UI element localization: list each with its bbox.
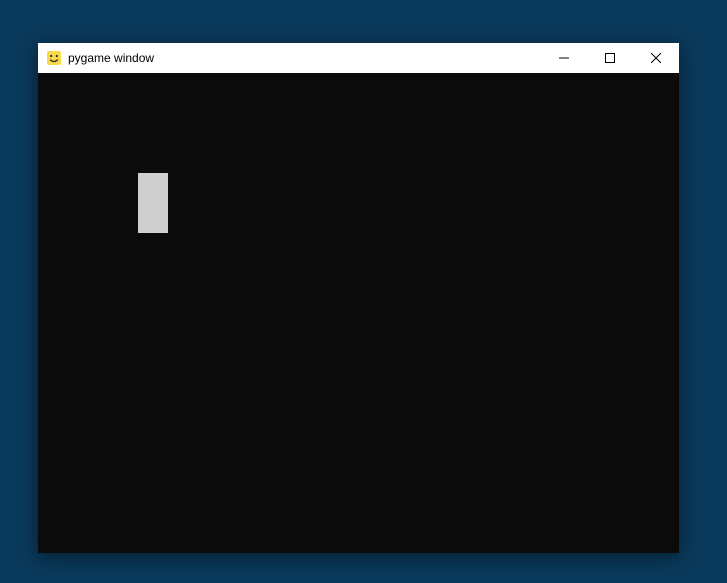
app-window: pygame window (38, 43, 679, 553)
close-icon (651, 53, 661, 63)
minimize-icon (559, 53, 569, 63)
minimize-button[interactable] (541, 43, 587, 73)
window-controls (541, 43, 679, 73)
close-button[interactable] (633, 43, 679, 73)
game-canvas[interactable] (38, 73, 679, 553)
rect-1 (138, 173, 168, 233)
titlebar[interactable]: pygame window (38, 43, 679, 73)
pygame-snake-icon (46, 50, 62, 66)
maximize-button[interactable] (587, 43, 633, 73)
maximize-icon (605, 53, 615, 63)
window-title: pygame window (68, 43, 154, 73)
